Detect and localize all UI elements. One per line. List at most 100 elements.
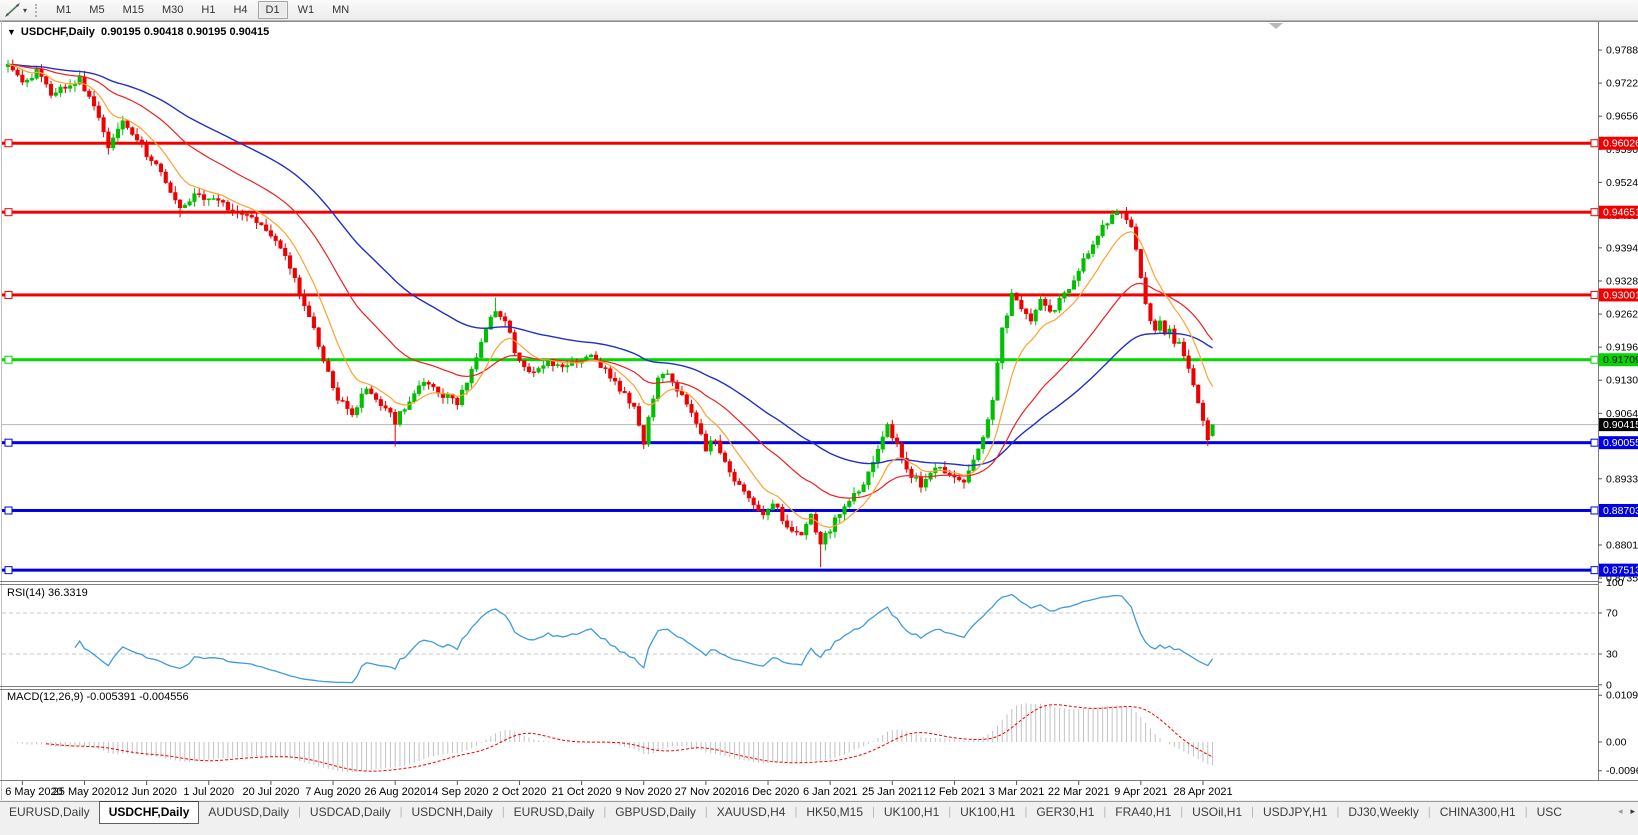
tab-scroll-right-icon[interactable]: ▸ <box>1630 807 1635 816</box>
level-endpoint-handle[interactable] <box>4 355 13 364</box>
level-endpoint-handle[interactable] <box>1590 290 1599 299</box>
price-tick-label: 0.91300 <box>1606 375 1638 387</box>
chevron-down-icon[interactable]: ▾ <box>23 6 27 15</box>
ohlc-values: 0.90195 0.90418 0.90195 0.90415 <box>101 26 270 38</box>
rsi-tick-label: 100 <box>1606 577 1624 589</box>
price-axis-bg <box>1599 22 1638 780</box>
date-tick-label: 7 Aug 2020 <box>305 786 361 798</box>
tab-uk100-h1[interactable]: UK100,H1 <box>951 802 1024 823</box>
tab-uk100-h1[interactable]: UK100,H1 <box>875 802 948 823</box>
tab-china300-h1[interactable]: CHINA300,H1 <box>1431 802 1525 823</box>
horizontal-level-line[interactable] <box>2 293 1598 297</box>
date-tick-label: 3 Mar 2021 <box>989 786 1045 798</box>
rsi-tick-label: 70 <box>1606 608 1618 620</box>
date-tick-label: 6 Jan 2021 <box>803 786 857 798</box>
price-tick-label: 0.93280 <box>1606 275 1638 287</box>
level-endpoint-handle[interactable] <box>1590 355 1599 364</box>
tab-eurusd-daily[interactable]: EURUSD,Daily <box>505 802 604 823</box>
timeframe-button-m1[interactable]: M1 <box>48 1 79 19</box>
timeframe-button-m15[interactable]: M15 <box>115 1 152 19</box>
svg-text:0.91709: 0.91709 <box>1603 354 1638 366</box>
tab-audusd-daily[interactable]: AUDUSD,Daily <box>199 802 298 823</box>
date-tick-label: 22 Mar 2021 <box>1048 786 1110 798</box>
svg-text:0.90055: 0.90055 <box>1603 437 1638 449</box>
timeframe-button-m30[interactable]: M30 <box>154 1 191 19</box>
price-tick-label: 0.97225 <box>1606 78 1638 90</box>
date-tick-label: 16 Dec 2020 <box>737 786 799 798</box>
date-tick-label: 26 Aug 2020 <box>364 786 426 798</box>
toolbar-drag-handle[interactable] <box>35 3 40 17</box>
level-endpoint-handle[interactable] <box>4 208 13 217</box>
price-tick-label: 0.88015 <box>1606 539 1638 551</box>
rsi-indicator-label: RSI(14) 36.3319 <box>7 587 88 599</box>
tab-eurusd-daily[interactable]: EURUSD,Daily <box>0 802 99 823</box>
price-tick-label: 0.89335 <box>1606 473 1638 485</box>
price-tick-label: 0.90640 <box>1606 408 1638 420</box>
chart-title: ▼ USDCHF,Daily 0.90195 0.90418 0.90195 0.… <box>7 26 269 38</box>
level-endpoint-handle[interactable] <box>4 438 13 447</box>
svg-text:0.93001: 0.93001 <box>1603 289 1638 301</box>
level-endpoint-handle[interactable] <box>1590 506 1599 515</box>
tab-usc[interactable]: USC <box>1528 802 1571 823</box>
level-endpoint-handle[interactable] <box>4 139 13 148</box>
tab-gbpusd-daily[interactable]: GBPUSD,Daily <box>606 802 705 823</box>
tab-fra40-h1[interactable]: FRA40,H1 <box>1106 802 1180 823</box>
level-endpoint-handle[interactable] <box>1590 566 1599 575</box>
horizontal-level-line[interactable] <box>2 358 1598 362</box>
svg-text:0.87513: 0.87513 <box>1603 565 1638 577</box>
horizontal-level-line[interactable] <box>2 568 1598 572</box>
level-endpoint-handle[interactable] <box>1590 139 1599 148</box>
macd-tick-label: 0.00 <box>1606 737 1627 749</box>
timeframe-button-h4[interactable]: H4 <box>225 1 255 19</box>
macd-tick-label: 0.010933 <box>1606 690 1638 702</box>
level-endpoint-handle[interactable] <box>1590 438 1599 447</box>
chart-tabs: EURUSD,Daily USDCHF,Daily AUDUSD,Daily | USD… <box>0 801 1571 824</box>
line-studies-icon <box>5 2 20 17</box>
timeframe-button-d1[interactable]: D1 <box>257 1 288 19</box>
level-endpoint-handle[interactable] <box>4 506 13 515</box>
date-tick-label: 12 Jun 2020 <box>116 786 177 798</box>
timeframe-button-h1[interactable]: H1 <box>193 1 223 19</box>
date-tick-label: 25 May 2020 <box>53 786 117 798</box>
date-tick-label: 21 Oct 2020 <box>552 786 612 798</box>
price-tick-label: 0.95245 <box>1606 177 1638 189</box>
price-tick-label: 0.92620 <box>1606 309 1638 321</box>
tab-usdchf-daily[interactable]: USDCHF,Daily <box>98 801 200 824</box>
level-endpoint-handle[interactable] <box>4 290 13 299</box>
horizontal-level-line[interactable] <box>2 441 1598 445</box>
tab-usoil-h1[interactable]: USOil,H1 <box>1183 802 1251 823</box>
timeframe-button-m5[interactable]: M5 <box>81 1 112 19</box>
date-tick-label: 27 Nov 2020 <box>675 786 737 798</box>
date-tick-label: 2 Oct 2020 <box>493 786 547 798</box>
date-tick-label: 9 Nov 2020 <box>616 786 672 798</box>
tab-usdcad-daily[interactable]: USDCAD,Daily <box>301 802 400 823</box>
price-tick-label: 0.91960 <box>1606 342 1638 354</box>
tab-dj30-weekly[interactable]: DJ30,Weekly <box>1339 802 1427 823</box>
date-tick-label: 28 Apr 2021 <box>1173 786 1232 798</box>
timeframe-button-mn[interactable]: MN <box>324 1 357 19</box>
price-tick-label: 0.96565 <box>1606 111 1638 123</box>
svg-text:0.96026: 0.96026 <box>1603 138 1638 150</box>
level-endpoint-handle[interactable] <box>4 566 13 575</box>
tab-usdjpy-h1[interactable]: USDJPY,H1 <box>1254 802 1336 823</box>
tab-ger30-h1[interactable]: GER30,H1 <box>1027 802 1103 823</box>
tab-usdcnh-daily[interactable]: USDCNH,Daily <box>402 802 501 823</box>
tab-hk50-m15[interactable]: HK50,M15 <box>797 802 872 823</box>
tab-scroll-left-icon[interactable]: ◂ <box>1618 807 1623 816</box>
chart-canvas[interactable]: 6 May 202025 May 2020 12 Jun 2020 1 Jul 20… <box>0 0 1638 834</box>
date-tick-label: 9 Apr 2021 <box>1114 786 1167 798</box>
timeframe-buttons: M1 M5 M15 M30 H1 H4 D1 W1 MN <box>47 1 358 19</box>
level-endpoint-handle[interactable] <box>1590 208 1599 217</box>
timeframe-button-w1[interactable]: W1 <box>290 1 323 19</box>
tab-scroll-arrows: ◂ ▸ <box>1618 807 1635 816</box>
tab-xauusd-h4[interactable]: XAUUSD,H4 <box>708 802 795 823</box>
date-tick-label: 20 Jul 2020 <box>242 786 299 798</box>
date-tick-label: 14 Sep 2020 <box>426 786 488 798</box>
symbol-dropdown-icon[interactable]: ▼ <box>7 27 16 37</box>
price-tick-label: 0.97885 <box>1606 45 1638 57</box>
horizontal-level-line[interactable] <box>2 508 1598 512</box>
date-tick-label: 12 Feb 2021 <box>924 786 986 798</box>
date-tick-label: 25 Jan 2021 <box>862 786 923 798</box>
svg-text:0.90415: 0.90415 <box>1603 419 1638 431</box>
line-studies-button[interactable]: ▾ <box>4 2 31 18</box>
